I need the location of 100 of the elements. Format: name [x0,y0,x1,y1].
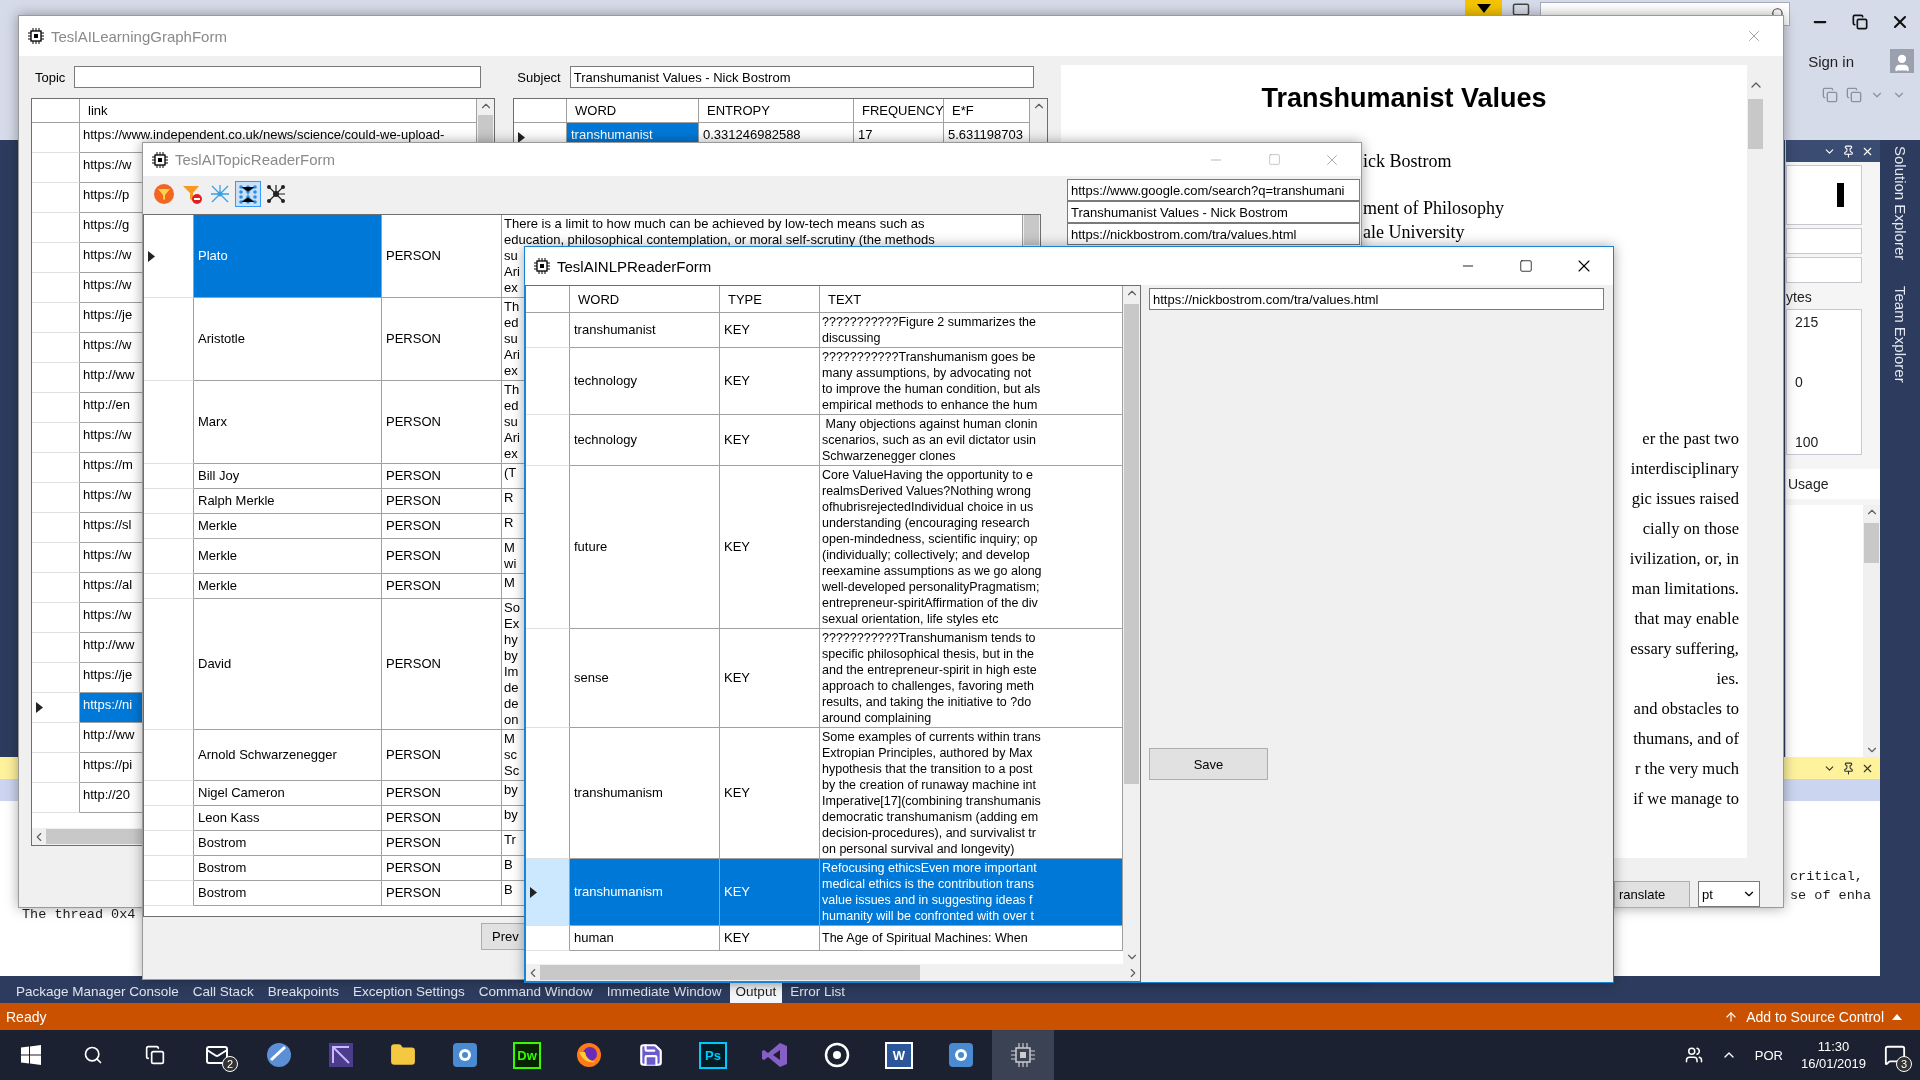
filter-button[interactable] [1465,0,1502,16]
panel-tab[interactable]: Error List [784,982,851,1003]
window-layout-icon[interactable] [1846,87,1862,103]
table-cell[interactable]: future [570,466,720,629]
paragraph-line: cially on those [1642,518,1739,540]
output-line: se of enha [1790,888,1871,905]
table-cell: Many objections against human clonin scenarios, such as an evil dictator usin Schwarzenegger clones [820,415,1123,466]
chip-icon [151,150,169,169]
column-header[interactable]: WORD [567,99,699,123]
url-field[interactable]: https://nickbostrom.com/tra/values.html [1149,288,1604,310]
scrollbar-thumb[interactable] [1864,523,1879,563]
table-cell[interactable]: David [194,599,382,730]
window-title: TeslAITopicReaderForm [175,151,336,168]
column-header[interactable]: TEXT [820,286,1123,313]
table-cell[interactable]: transhumanism [570,859,720,926]
table-cell: Some examples of currents within trans Extropian Principles, authored by Max hypothesis that the transition to a post by the creation of runaway machine int Imperative[17](combining transhumanis democratic transhumanism (adding em decision-procedures), and survivalist tr on personal survival and longevity) [820,728,1123,859]
table-cell[interactable]: Nigel Cameron [194,781,382,806]
table-cell[interactable]: Aristotle [194,298,382,381]
camera-app-icon [452,1042,478,1068]
table-cell[interactable]: Ralph Merkle [194,489,382,514]
table-cell[interactable]: Arnold Schwarzenegger [194,730,382,781]
table-cell: PERSON [382,489,502,514]
panel-tab[interactable]: Immediate Window [600,982,728,1003]
text-field[interactable]: Transhumanist Values - Nick Bostrom [1067,201,1360,223]
paragraph-line: essary suffering, [1630,638,1739,660]
table-cell[interactable]: Merkle [194,574,382,599]
panel-tab[interactable]: Breakpoints [261,982,345,1003]
table-cell[interactable]: technology [570,415,720,466]
page-heading: Transhumanist Values [1260,82,1548,115]
panel-tab[interactable]: Output [729,982,783,1003]
table-cell[interactable]: Merkle [194,539,382,574]
pin-icon[interactable] [1842,761,1855,775]
table-cell[interactable]: Leon Kass [194,806,382,831]
scrollbar-thumb[interactable] [1124,304,1139,784]
row-header[interactable] [32,693,80,723]
table-cell[interactable]: Plato [194,215,382,298]
paragraph-line: interdisciplinary [1630,458,1739,480]
table-cell[interactable]: Bill Joy [194,464,382,489]
table-cell[interactable]: Bostrom [194,856,382,881]
table-cell[interactable]: sense [570,629,720,728]
language-indicator[interactable]: POR [1754,1047,1783,1063]
text-field[interactable]: https://nickbostrom.com/tra/values.html [1067,223,1360,245]
scrollbar-thumb[interactable] [1748,99,1763,149]
side-tab[interactable]: Team Explorer [1891,282,1909,387]
restore-icon[interactable] [1852,14,1868,30]
table-cell[interactable]: human [570,926,720,951]
panel-tab[interactable]: Command Window [472,982,599,1003]
search-icon [83,1045,103,1065]
filter-icon [153,182,175,205]
scrollbar-thumb[interactable] [1024,215,1039,245]
table-cell[interactable]: transhumanism [570,728,720,859]
maximize-icon[interactable] [1519,259,1533,273]
table-cell: Core ValueHaving the opportunity to e realmsDerived Values?Nothing wrong ofhubrisrejectedIndividual choice in us understanding (encouraging research open-mindedness, scientific inquiry; op (individually; collectively; and develop reexamine assumptions as we go along well-developed personalityPragmatism; entrepreneur-spiritAffirmation of the div sexual orientation, life styles etc [820,466,1123,629]
arrow-up-icon[interactable] [1724,1009,1739,1024]
notification-icon[interactable] [1884,1044,1906,1066]
table-cell[interactable]: Merkle [194,514,382,539]
table-cell[interactable]: Bostrom [194,881,382,906]
translate-button[interactable]: ranslate [1614,881,1690,908]
text-field[interactable]: https://www.google.com/search?q=transhumani [1067,179,1360,201]
toolbar-button[interactable] [235,180,261,207]
section-title: Usage [1788,475,1829,494]
panel-tab[interactable]: Package Manager Console [10,982,185,1003]
sign-in-link[interactable]: Sign in [1808,52,1854,70]
video-app-icon [328,1042,354,1068]
save-button[interactable]: Save [1149,748,1268,780]
subject-field[interactable]: Transhumanist Values - Nick Bostrom [569,66,1034,88]
network-grid-icon [237,182,259,205]
table-cell: PERSON [382,599,502,730]
table-cell: PERSON [382,831,502,856]
author-name: ick Bostrom [1363,150,1452,173]
window-layout-icon[interactable] [1822,87,1838,103]
globe-icon [266,1042,292,1068]
table-cell[interactable]: transhumanist [570,313,720,348]
network-icon [209,182,231,205]
user-icon[interactable] [1890,49,1914,73]
topic-field[interactable] [74,66,482,88]
scrollbar-thumb[interactable] [540,965,920,980]
side-tab[interactable]: Solution Explorer [1891,142,1909,265]
column-header[interactable]: link [80,99,477,123]
status-text: Ready [6,1008,47,1025]
firefox-icon [576,1042,602,1068]
row-indicator-icon [518,132,525,143]
table-cell[interactable]: Bostrom [194,831,382,856]
clock-time[interactable]: 11:30 [1817,1039,1850,1054]
pin-icon[interactable] [1842,144,1855,158]
column-header[interactable]: WORD [570,286,720,313]
panel-tab[interactable]: Exception Settings [346,982,471,1003]
column-header[interactable]: E*F [944,99,1030,123]
source-control-link[interactable]: Add to Source Control [1746,1008,1884,1025]
panel-tab[interactable]: Call Stack [186,982,260,1003]
table-cell[interactable]: technology [570,348,720,415]
column-header[interactable]: FREQUENCY [854,99,944,123]
table-cell[interactable]: Marx [194,381,382,464]
field-label: Topic [35,69,66,85]
clock-date[interactable]: 16/01/2019 [1800,1056,1866,1071]
column-header[interactable]: ENTROPY [699,99,854,123]
column-header[interactable]: TYPE [720,286,820,313]
language-dropdown[interactable]: pt [1698,881,1760,907]
people-icon[interactable] [1684,1046,1703,1064]
paragraph-line: that may enable [1634,608,1739,630]
